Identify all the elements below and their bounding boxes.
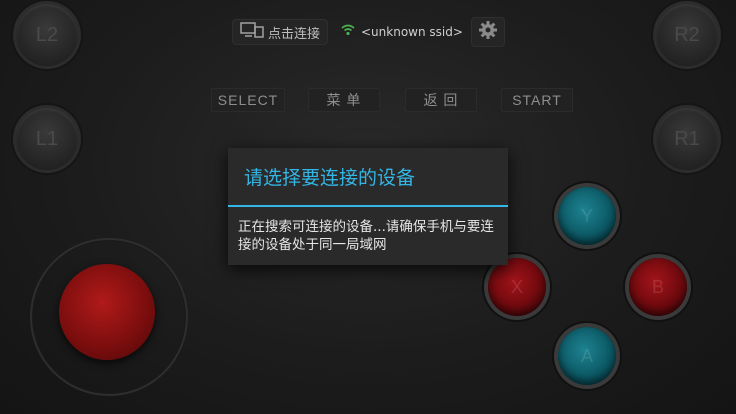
- dialog-title: 请选择要连接的设备: [228, 148, 508, 207]
- select-button[interactable]: SELECT: [211, 88, 285, 112]
- a-button[interactable]: A: [558, 327, 616, 385]
- y-button[interactable]: Y: [558, 187, 616, 245]
- dialog-message: 正在搜索可连接的设备...请确保手机与要连接的设备处于同一局域网: [238, 219, 494, 253]
- select-label: SELECT: [217, 92, 279, 108]
- back-button[interactable]: 返 回: [405, 88, 477, 112]
- r2-button[interactable]: R2: [656, 4, 718, 66]
- r1-button[interactable]: R1: [656, 108, 718, 170]
- b-button[interactable]: B: [629, 258, 687, 316]
- l1-label: L1: [35, 127, 59, 150]
- wifi-icon: [341, 24, 355, 39]
- x-button[interactable]: X: [488, 258, 546, 316]
- device-select-dialog: 请选择要连接的设备 正在搜索可连接的设备...请确保手机与要连接的设备处于同一局…: [228, 148, 508, 265]
- start-label: START: [512, 92, 562, 108]
- device-icon: [240, 22, 264, 42]
- x-label: X: [510, 276, 523, 297]
- a-label: A: [580, 345, 593, 366]
- l2-label: L2: [35, 23, 59, 46]
- wifi-status: <unknown ssid>: [341, 24, 463, 39]
- start-button[interactable]: START: [501, 88, 573, 112]
- y-label: Y: [580, 205, 593, 226]
- back-label: 返 回: [423, 92, 459, 108]
- r1-label: R1: [674, 127, 700, 150]
- b-label: B: [651, 276, 664, 297]
- gear-icon: [478, 20, 498, 44]
- r2-label: R2: [674, 23, 700, 46]
- menu-button[interactable]: 菜 单: [308, 88, 380, 112]
- l2-button[interactable]: L2: [16, 4, 78, 66]
- joystick-knob[interactable]: [59, 264, 155, 360]
- settings-button[interactable]: [471, 17, 505, 47]
- l1-button[interactable]: L1: [16, 108, 78, 170]
- connect-button[interactable]: 点击连接: [232, 19, 329, 45]
- connect-label: 点击连接: [268, 26, 321, 42]
- menu-label: 菜 单: [326, 92, 362, 108]
- ssid-text: <unknown ssid>: [361, 24, 463, 39]
